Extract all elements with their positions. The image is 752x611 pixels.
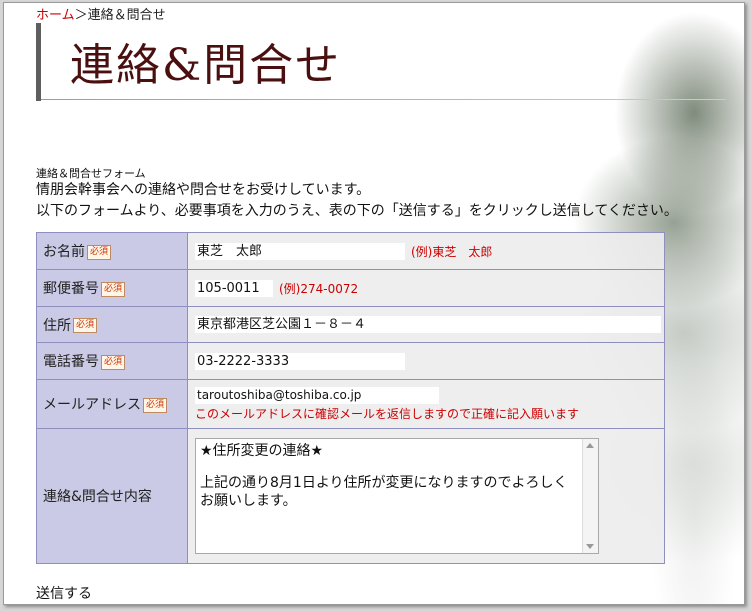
form-row-email: メールアドレス 必須 taroutoshiba@toshiba.co.jp このメ… <box>36 379 665 429</box>
description-line-2: 以下のフォームより、必要事項を入力のうえ、表の下の「送信する」をクリックし送信し… <box>36 203 678 219</box>
postal-label-cell: 郵便番号 必須 <box>36 269 188 307</box>
message-value-cell: ★住所変更の連絡★ 上記の通り8月1日より住所が変更になりますのでよろしくお願い… <box>187 428 665 564</box>
email-note: このメールアドレスに確認メールを返信しますので正確に記入願います <box>195 406 580 421</box>
postal-value-cell: 105-0011 (例)274-0072 <box>187 269 665 307</box>
form-row-message: 連絡&問合せ内容 ★住所変更の連絡★ 上記の通り8月1日より住所が変更になります… <box>36 428 665 564</box>
form-row-address: 住所 必須 東京都港区芝公園１－８－４ <box>36 306 665 343</box>
email-input[interactable]: taroutoshiba@toshiba.co.jp <box>195 386 439 404</box>
phone-label-cell: 電話番号 必須 <box>36 342 188 380</box>
postal-label: 郵便番号 <box>43 281 99 297</box>
required-badge: 必須 <box>101 354 126 370</box>
title-accent-bar <box>36 23 41 101</box>
breadcrumb-current: 連絡＆問合せ <box>87 8 166 23</box>
phone-value-cell: 03-2222-3333 <box>187 342 665 380</box>
description-line-1: 情朋会幹事会への連絡や問合せをお受けしています。 <box>36 182 371 198</box>
email-label-cell: メールアドレス 必須 <box>36 379 188 429</box>
message-textarea[interactable]: ★住所変更の連絡★ 上記の通り8月1日より住所が変更になりますのでよろしくお願い… <box>195 437 599 554</box>
postal-input[interactable]: 105-0011 <box>195 279 273 297</box>
address-label-cell: 住所 必須 <box>36 306 188 343</box>
message-line-1: ★住所変更の連絡★ <box>200 442 324 459</box>
form-row-name: お名前 必須 東芝 太郎 (例)東芝 太郎 <box>36 232 665 270</box>
page-title: 連絡&問合せ <box>70 40 342 91</box>
email-label: メールアドレス <box>43 397 141 413</box>
name-label: お名前 <box>43 244 85 260</box>
required-badge: 必須 <box>87 244 112 260</box>
breadcrumb: ホーム＞連絡＆問合せ <box>36 4 166 23</box>
form-row-phone: 電話番号 必須 03-2222-3333 <box>36 342 665 380</box>
breadcrumb-home-link[interactable]: ホーム <box>36 8 75 23</box>
email-value-cell: taroutoshiba@toshiba.co.jp このメールアドレスに確認メ… <box>187 379 665 429</box>
phone-label: 電話番号 <box>43 354 99 370</box>
phone-input[interactable]: 03-2222-3333 <box>195 352 405 370</box>
message-line-2 <box>200 460 576 474</box>
textarea-scrollbar[interactable] <box>582 438 598 553</box>
contact-form-table: お名前 必須 東芝 太郎 (例)東芝 太郎 郵便番号 必須 105-0011 (例)27… <box>36 232 665 564</box>
name-label-cell: お名前 必須 <box>36 232 188 270</box>
name-example: (例)東芝 太郎 <box>411 244 493 259</box>
message-line-3: 上記の通り8月1日より住所が変更になりますのでよろしくお願いします。 <box>200 474 568 509</box>
name-input[interactable]: 東芝 太郎 <box>195 242 405 260</box>
title-underline <box>41 99 726 100</box>
page-frame: ホーム＞連絡＆問合せ 連絡&問合せ 連絡＆問合せフォーム 情朋会幹事会への連絡や… <box>3 2 745 605</box>
name-value-cell: 東芝 太郎 (例)東芝 太郎 <box>187 232 665 270</box>
message-label-cell: 連絡&問合せ内容 <box>36 428 188 564</box>
breadcrumb-separator: ＞ <box>74 8 88 23</box>
message-label: 連絡&問合せ内容 <box>43 489 152 505</box>
submit-button[interactable]: 送信する <box>36 583 92 603</box>
scroll-down-arrow-icon[interactable] <box>586 543 594 549</box>
address-input[interactable]: 東京都港区芝公園１－８－４ <box>195 316 661 333</box>
scroll-up-arrow-icon[interactable] <box>586 442 594 448</box>
required-badge: 必須 <box>73 318 98 333</box>
form-row-postal: 郵便番号 必須 105-0011 (例)274-0072 <box>36 269 665 307</box>
postal-example: (例)274-0072 <box>279 281 359 296</box>
address-value-cell: 東京都港区芝公園１－８－４ <box>187 306 665 343</box>
address-label: 住所 <box>43 317 71 334</box>
required-badge: 必須 <box>143 397 168 413</box>
required-badge: 必須 <box>101 281 126 297</box>
